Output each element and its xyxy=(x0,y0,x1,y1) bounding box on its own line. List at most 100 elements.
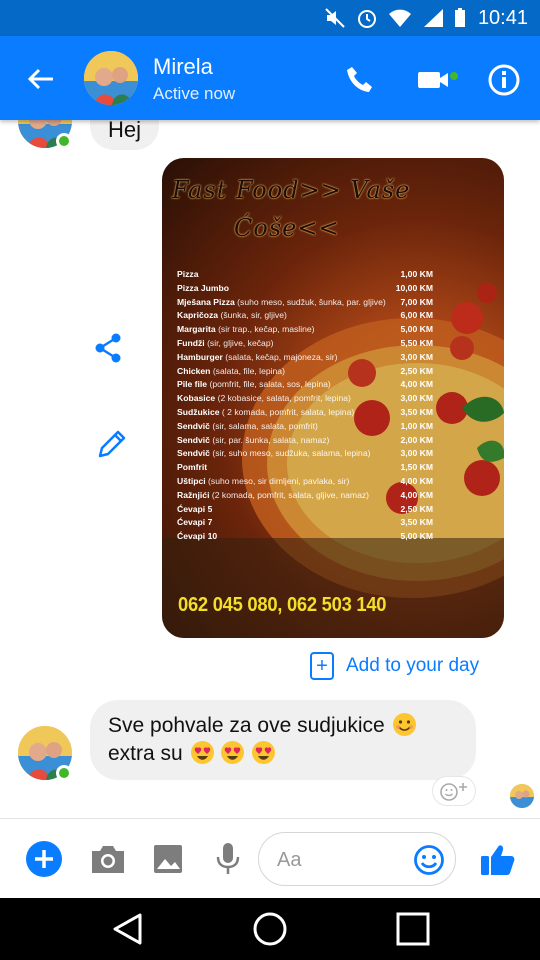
menu-item-title: Kapričoza xyxy=(177,310,219,321)
menu-item-title: Ćevapi 5 xyxy=(177,503,213,514)
online-indicator xyxy=(56,765,72,781)
contact-status: Active now xyxy=(153,84,236,103)
alarm-icon xyxy=(357,10,376,28)
contact-name[interactable]: Mirela xyxy=(153,54,213,80)
gallery-button[interactable] xyxy=(152,843,184,875)
menu-item-description: (2 komada, pomfrit, salata, gljive, nama… xyxy=(209,489,370,500)
menu-item-name: Kapričoza (šunka, sir, gljive) xyxy=(177,309,287,323)
menu-item-name: Sendvič (sir, salama, salata, pomfrit) xyxy=(177,420,318,434)
camera-button[interactable] xyxy=(90,843,126,875)
system-home-button[interactable] xyxy=(252,911,288,947)
menu-item-description: ( 2 komada, pomfrit, salata, lepina) xyxy=(219,406,355,417)
voice-message-button[interactable] xyxy=(214,841,242,877)
message-bubble[interactable]: Hej xyxy=(90,120,160,150)
menu-item-title: Pizza xyxy=(177,269,199,279)
edit-button[interactable] xyxy=(92,424,132,464)
phone-icon xyxy=(347,67,372,92)
signal-icon xyxy=(423,9,443,27)
circle-home-icon xyxy=(253,912,287,946)
voice-call-button[interactable] xyxy=(340,60,380,100)
system-back-button[interactable] xyxy=(110,912,146,946)
image-icon xyxy=(154,845,182,873)
add-to-your-day-button[interactable]: + Add to your day xyxy=(310,650,479,682)
menu-item: Margarita (sir trap., kečap, masline) 5,0… xyxy=(177,323,433,337)
menu-item: Ćevapi 5 2,50 KM xyxy=(177,503,433,517)
menu-item-price: 6,00 KM xyxy=(400,310,433,321)
menu-item-title: Kobasice xyxy=(177,393,216,404)
heart-eyes-emoji-icon xyxy=(252,741,276,764)
message-bubble[interactable]: Sve pohvale za ove sudjukice extra su xyxy=(90,700,476,780)
menu-item: Sendvič (sir, salama, salata, pomfrit) 1,… xyxy=(177,420,433,434)
menu-item-name: Kobasice (2 kobasice, salata, pomfrit, l… xyxy=(177,392,351,406)
menu-item-price: 1,00 KM xyxy=(400,269,433,279)
menu-item-description: (sir, par. šunka, salata, namaz) xyxy=(209,434,330,445)
info-icon xyxy=(488,64,520,96)
menu-item-price: 3,00 KM xyxy=(400,351,433,362)
menu-item-description: (salata, kečap, majoneza, sir) xyxy=(222,351,338,362)
message-input[interactable]: Aa xyxy=(258,832,456,886)
contact-avatar[interactable] xyxy=(84,51,138,105)
menu-item-description: (sir trap., kečap, masline) xyxy=(215,324,315,335)
menu-title-line1: Fast Food>> Vaše xyxy=(172,176,411,204)
menu-title-line2: Ćoše<< xyxy=(234,214,340,242)
like-button[interactable] xyxy=(478,839,518,879)
emoji-button[interactable] xyxy=(413,844,445,876)
menu-item: Sendvič (sir, suho meso, sudžuka, salama… xyxy=(177,447,433,461)
menu-item-title: Fundži xyxy=(177,337,205,348)
system-recents-button[interactable] xyxy=(396,912,430,946)
menu-item-price: 2,50 KM xyxy=(400,503,433,514)
video-camera-icon xyxy=(418,72,458,88)
info-button[interactable] xyxy=(484,60,524,100)
menu-item-name: Pizza xyxy=(177,268,199,282)
menu-item-description: (sir, gljive, kečap) xyxy=(204,337,274,348)
menu-item-name: Pomfrit xyxy=(177,461,207,475)
menu-item-title: Sudžukice xyxy=(177,406,220,417)
video-call-button[interactable] xyxy=(414,60,462,100)
camera-icon xyxy=(92,846,124,873)
microphone-icon xyxy=(216,843,240,874)
menu-item-price: 3,00 KM xyxy=(400,393,433,404)
mute-icon xyxy=(325,8,345,28)
menu-item-name: Ćevapi 7 xyxy=(177,516,212,530)
message-input-placeholder: Aa xyxy=(277,849,302,871)
menu-item-name: Pizza Jumbo xyxy=(177,282,229,296)
menu-item-price: 3,50 KM xyxy=(400,406,433,417)
menu-item-title: Pile file xyxy=(177,379,208,390)
menu-item-price: 3,50 KM xyxy=(400,517,433,528)
menu-item-title: Margarita xyxy=(177,324,216,335)
more-actions-button[interactable] xyxy=(26,841,62,877)
add-reaction-button[interactable] xyxy=(432,776,476,806)
menu-item-price: 5,00 KM xyxy=(400,531,433,542)
menu-item-name: Sendvič (sir, par. šunka, salata, namaz) xyxy=(177,434,329,448)
menu-item: Chicken (salata, file, lepina) 2,50 KM xyxy=(177,365,433,379)
menu-item-name: Ćevapi 5 xyxy=(177,503,212,517)
menu-item-description: (suho meso, sudžuk, šunka, par. gljive) xyxy=(234,296,386,307)
online-indicator xyxy=(56,133,72,149)
menu-item-title: Sendvič xyxy=(177,448,210,459)
menu-item-title: Sendvič xyxy=(177,434,210,445)
share-icon xyxy=(95,333,121,363)
menu-item-description: (šunka, sir, gljive) xyxy=(218,310,287,321)
seen-receipt-avatar xyxy=(510,784,534,808)
square-recents-icon xyxy=(396,912,430,946)
menu-item-list: Pizza 1,00 KM Pizza Jumbo 10,00 KM Mješana P… xyxy=(177,268,433,544)
menu-item-title: Ćevapi 10 xyxy=(177,531,218,542)
menu-image-attachment[interactable]: Fast Food>> Vaše Ćoše<< Pizza 1,00 KM Pizz… xyxy=(162,158,504,638)
menu-item-name: Uštipci (suho meso, sir dimljeni, pavlak… xyxy=(177,475,349,489)
menu-item-price: 4,00 KM xyxy=(400,489,433,500)
menu-item-name: Margarita (sir trap., kečap, masline) xyxy=(177,323,315,337)
menu-item-price: 5,50 KM xyxy=(400,337,433,348)
menu-item-title: Sendvič xyxy=(177,420,210,431)
menu-item-title: Pomfrit xyxy=(177,462,208,473)
menu-item: Ćevapi 7 3,50 KM xyxy=(177,516,433,530)
menu-item: Pomfrit 1,50 KM xyxy=(177,461,433,475)
menu-item: Fundži (sir, gljive, kečap) 5,50 KM xyxy=(177,337,433,351)
menu-item-description: (2 kobasice, salata, pomfrit, lepina) xyxy=(215,393,351,404)
message-list[interactable]: Hej Fast Food>> Vaše Ćoše<< Pizza 1,00 K… xyxy=(0,120,540,818)
heart-eyes-emoji-icon xyxy=(221,741,245,764)
back-button[interactable] xyxy=(22,60,60,98)
menu-item-description: (suho meso, sir dimljeni, pavlaka, sir) xyxy=(205,475,350,486)
menu-item-price: 4,00 KM xyxy=(400,379,433,390)
menu-item: Pile file (pomfrit, file, salata, sos, l… xyxy=(177,378,433,392)
share-button[interactable] xyxy=(88,328,128,368)
